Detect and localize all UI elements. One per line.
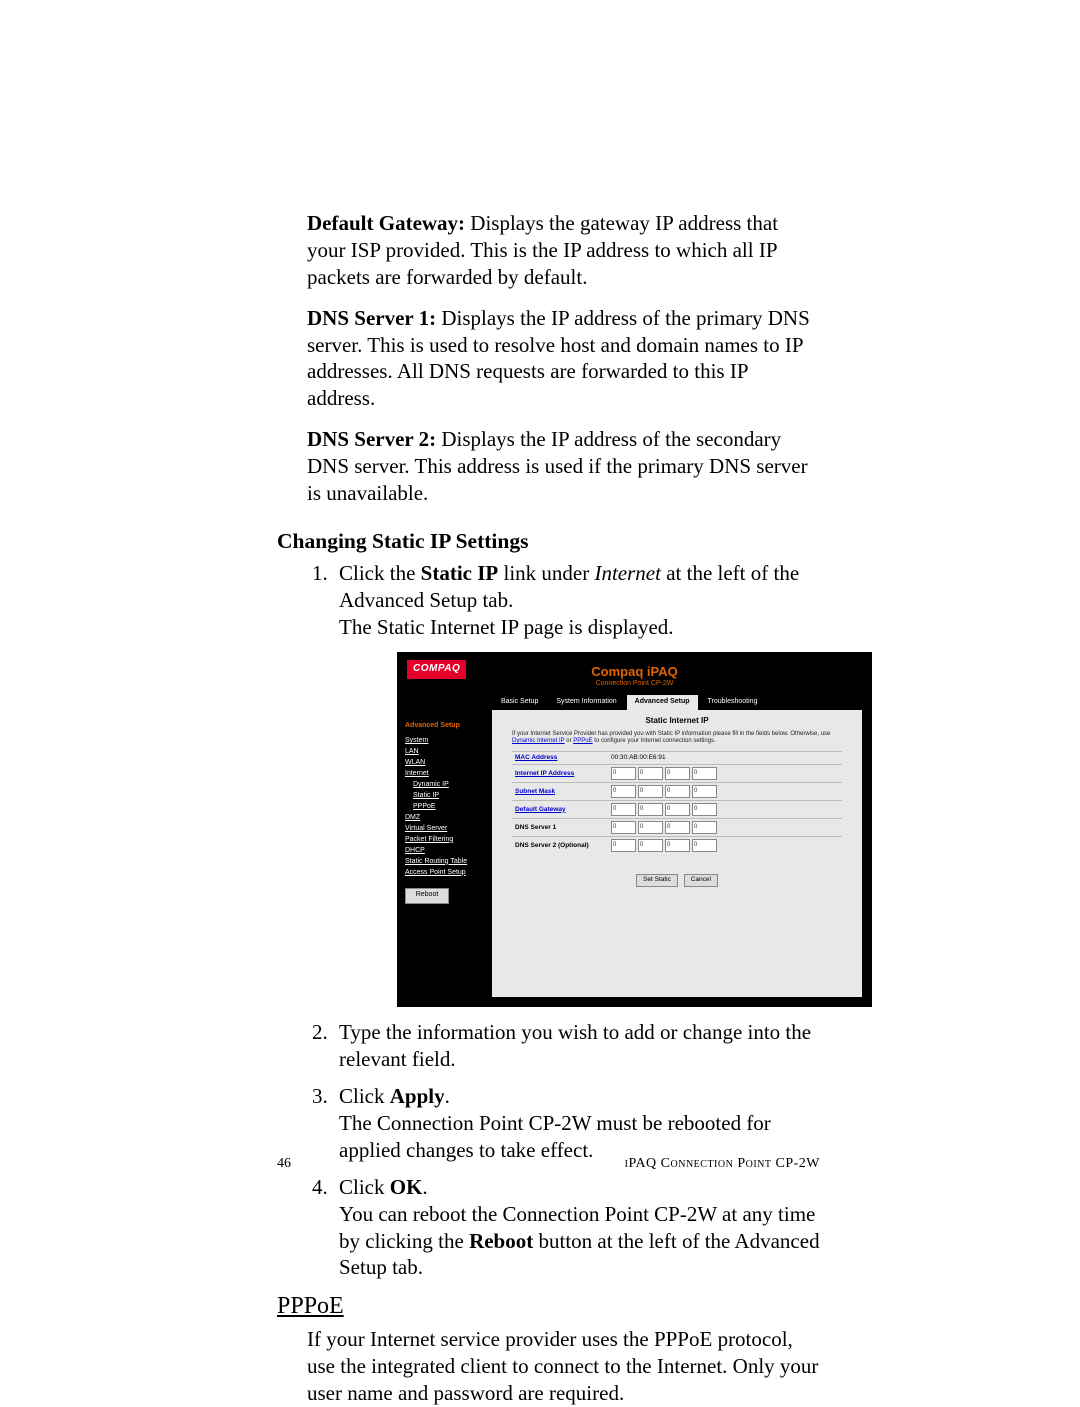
document-page: Default Gateway: Displays the gateway IP… <box>0 0 1080 1397</box>
sidebar-item-dmz[interactable]: DMZ <box>405 814 490 823</box>
settings-table: MAC Address 00:30:AB:00:E6:91 Internet I… <box>512 751 842 854</box>
sidebar-item-static-ip[interactable]: Static IP <box>413 792 490 801</box>
label-mac[interactable]: MAC Address <box>515 754 557 761</box>
sidebar-item-system[interactable]: System <box>405 737 490 746</box>
label-ip[interactable]: Internet IP Address <box>515 770 574 777</box>
tab-system-information[interactable]: System Information <box>547 694 625 710</box>
sidebar-item-access-point[interactable]: Access Point Setup <box>405 869 490 878</box>
ip-octet[interactable]: 0 <box>665 803 690 816</box>
ip-octet[interactable]: 0 <box>611 767 636 780</box>
tab-advanced-setup[interactable]: Advanced Setup <box>626 694 699 710</box>
tab-troubleshooting[interactable]: Troubleshooting <box>699 694 767 710</box>
sidebar-heading: Advanced Setup <box>405 722 490 731</box>
footer-title: iPAQ Connection Point CP-2W <box>625 1156 820 1172</box>
set-static-button[interactable]: Set Static <box>636 874 678 886</box>
product-subtitle: Connection Point CP-2W <box>397 680 872 689</box>
value-mac: 00:30:AB:00:E6:91 <box>608 751 842 764</box>
embedded-screenshot: COMPAQ Compaq iPAQ Connection Point CP-2… <box>397 652 820 1007</box>
sidebar-item-dhcp[interactable]: DHCP <box>405 847 490 856</box>
content-note: If your Internet Service Provider has pr… <box>492 731 862 751</box>
sidebar-item-dynamic-ip[interactable]: Dynamic IP <box>413 781 490 790</box>
sidebar-item-lan[interactable]: LAN <box>405 748 490 757</box>
sidebar-item-static-routing[interactable]: Static Routing Table <box>405 858 490 867</box>
paragraph-dns2: DNS Server 2: Displays the IP address of… <box>277 426 820 507</box>
row-dns1: DNS Server 1 0 0 0 0 <box>512 819 842 837</box>
step-4: Click OK. You can reboot the Connection … <box>333 1174 820 1282</box>
row-dns2: DNS Server 2 (Optional) 0 0 0 0 <box>512 837 842 855</box>
row-gateway: Default Gateway 0 0 0 0 <box>512 801 842 819</box>
sidebar-item-pppoe[interactable]: PPPoE <box>413 803 490 812</box>
ip-octet[interactable]: 0 <box>638 839 663 852</box>
step-1: Click the Static IP link under Internet … <box>333 560 820 1008</box>
ip-octet[interactable]: 0 <box>692 767 717 780</box>
tab-basic-setup[interactable]: Basic Setup <box>492 694 547 710</box>
ip-octet[interactable]: 0 <box>638 767 663 780</box>
ip-octet[interactable]: 0 <box>611 839 636 852</box>
ip-octet[interactable]: 0 <box>665 767 690 780</box>
ip-octet[interactable]: 0 <box>665 821 690 834</box>
sidebar-item-packet-filtering[interactable]: Packet Filtering <box>405 836 490 845</box>
ip-octet[interactable]: 0 <box>692 839 717 852</box>
row-ip: Internet IP Address 0 0 0 0 <box>512 765 842 783</box>
tab-bar: Basic Setup System Information Advanced … <box>492 694 862 711</box>
ip-octet[interactable]: 0 <box>638 803 663 816</box>
row-mac: MAC Address 00:30:AB:00:E6:91 <box>512 751 842 764</box>
ip-octet[interactable]: 0 <box>611 785 636 798</box>
page-footer: 46 iPAQ Connection Point CP-2W <box>277 1156 820 1172</box>
label-dns2: DNS Server 2 (Optional) <box>515 842 589 849</box>
cancel-button[interactable]: Cancel <box>684 874 718 886</box>
ip-octet[interactable]: 0 <box>638 821 663 834</box>
product-title: Compaq iPAQ <box>397 664 872 681</box>
link-pppoe[interactable]: PPPoE <box>573 738 592 744</box>
heading-changing-static-ip: Changing Static IP Settings <box>277 529 820 554</box>
sidebar: Advanced Setup System LAN WLAN Internet … <box>405 722 490 903</box>
ordered-steps: Click the Static IP link under Internet … <box>307 560 820 1282</box>
sidebar-item-wlan[interactable]: WLAN <box>405 759 490 768</box>
sidebar-item-virtual-server[interactable]: Virtual Server <box>405 825 490 834</box>
button-row: Set Static Cancel <box>492 862 862 889</box>
paragraph-pppoe: If your Internet service provider uses t… <box>277 1326 820 1407</box>
ip-octet[interactable]: 0 <box>611 821 636 834</box>
link-dynamic-ip[interactable]: Dynamic Internet IP <box>512 738 565 744</box>
ip-octet[interactable]: 0 <box>665 785 690 798</box>
ip-octet[interactable]: 0 <box>692 803 717 816</box>
row-subnet: Subnet Mask 0 0 0 0 <box>512 783 842 801</box>
heading-pppoe: PPPoE <box>277 1293 820 1320</box>
label-dns1: DNS Server 1 <box>515 824 556 831</box>
ip-octet[interactable]: 0 <box>692 821 717 834</box>
step-3: Click Apply. The Connection Point CP-2W … <box>333 1083 820 1164</box>
ip-octet[interactable]: 0 <box>692 785 717 798</box>
label: Default Gateway: <box>307 211 465 235</box>
paragraph-dns1: DNS Server 1: Displays the IP address of… <box>277 305 820 413</box>
label-subnet[interactable]: Subnet Mask <box>515 788 555 795</box>
step-2: Type the information you wish to add or … <box>333 1019 820 1073</box>
reboot-button[interactable]: Reboot <box>405 888 449 904</box>
ip-octet[interactable]: 0 <box>638 785 663 798</box>
paragraph-default-gateway: Default Gateway: Displays the gateway IP… <box>277 210 820 291</box>
ip-octet[interactable]: 0 <box>665 839 690 852</box>
label: DNS Server 1: <box>307 306 436 330</box>
label: DNS Server 2: <box>307 427 436 451</box>
sidebar-item-internet[interactable]: Internet <box>405 770 490 779</box>
ip-octet[interactable]: 0 <box>611 803 636 816</box>
page-number: 46 <box>277 1156 291 1172</box>
router-ui: COMPAQ Compaq iPAQ Connection Point CP-2… <box>397 652 872 1007</box>
content-heading: Static Internet IP <box>492 710 862 730</box>
content-panel: Static Internet IP If your Internet Serv… <box>492 710 862 997</box>
label-gateway[interactable]: Default Gateway <box>515 806 566 813</box>
